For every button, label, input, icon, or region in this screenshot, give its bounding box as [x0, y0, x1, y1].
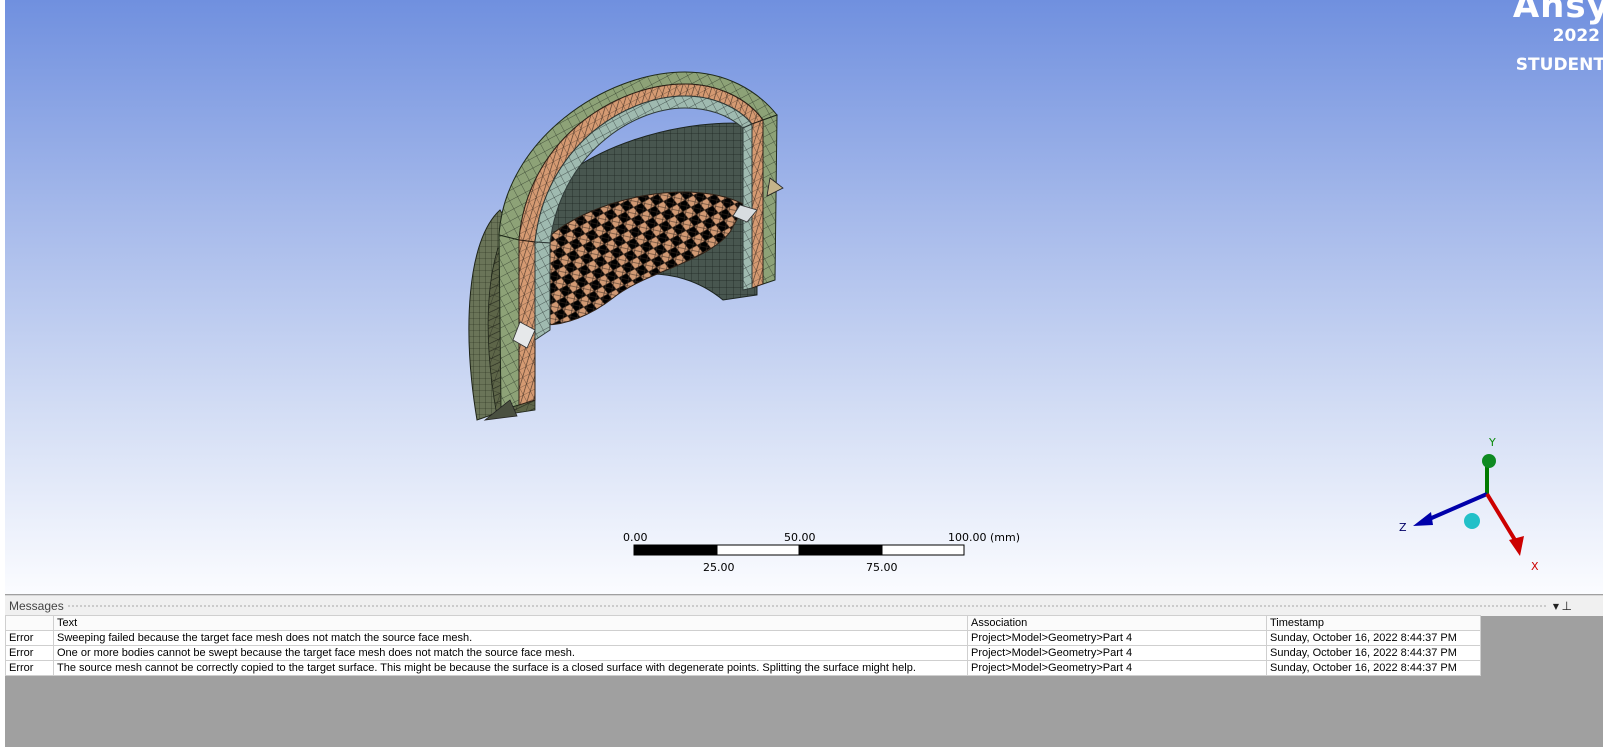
- z-axis-label: Z: [1399, 521, 1407, 534]
- message-timestamp: Sunday, October 16, 2022 8:44:37 PM: [1266, 645, 1481, 661]
- column-header-text[interactable]: Text: [53, 615, 968, 631]
- column-header-timestamp[interactable]: Timestamp: [1266, 615, 1481, 631]
- messages-table: Text Association Timestamp Error Sweepin…: [5, 615, 1481, 676]
- message-text: One or more bodies cannot be swept becau…: [53, 645, 968, 661]
- column-header-type[interactable]: [5, 615, 54, 631]
- message-association: Project>Model>Geometry>Part 4: [967, 645, 1267, 661]
- dropdown-icon[interactable]: ▼: [1553, 602, 1559, 611]
- y-axis-label: Y: [1489, 436, 1496, 449]
- x-axis-label: X: [1531, 560, 1539, 573]
- message-text: The source mesh cannot be correctly copi…: [53, 660, 968, 676]
- message-timestamp: Sunday, October 16, 2022 8:44:37 PM: [1266, 630, 1481, 646]
- message-text: Sweeping failed because the target face …: [53, 630, 968, 646]
- message-type: Error: [5, 645, 54, 661]
- x-axis-head: [1509, 536, 1524, 556]
- z-axis-head: [1413, 512, 1433, 526]
- message-association: Project>Model>Geometry>Part 4: [967, 630, 1267, 646]
- column-header-association[interactable]: Association: [967, 615, 1267, 631]
- table-header-row: Text Association Timestamp: [5, 615, 1481, 631]
- graphics-viewport[interactable]: Ansys 2022 STUDENT: [5, 0, 1603, 594]
- table-row[interactable]: Error Sweeping failed because the target…: [5, 630, 1481, 646]
- message-timestamp: Sunday, October 16, 2022 8:44:37 PM: [1266, 660, 1481, 676]
- message-type: Error: [5, 660, 54, 676]
- x-axis-line: [1485, 492, 1517, 542]
- isometric-view-ball: [1464, 513, 1480, 529]
- message-type: Error: [5, 630, 54, 646]
- message-association: Project>Model>Geometry>Part 4: [967, 660, 1267, 676]
- table-row[interactable]: Error One or more bodies cannot be swept…: [5, 645, 1481, 661]
- y-axis-head: [1482, 454, 1496, 468]
- messages-header: Messages ▼ ⊥: [5, 595, 1603, 616]
- messages-title: Messages: [9, 599, 64, 613]
- panel-grip[interactable]: [67, 604, 1547, 608]
- table-row[interactable]: Error The source mesh cannot be correctl…: [5, 660, 1481, 676]
- pin-icon[interactable]: ⊥: [1562, 599, 1572, 613]
- messages-panel: Messages ▼ ⊥ Text Association Timestamp …: [5, 595, 1603, 747]
- axis-triad[interactable]: [5, 0, 1603, 594]
